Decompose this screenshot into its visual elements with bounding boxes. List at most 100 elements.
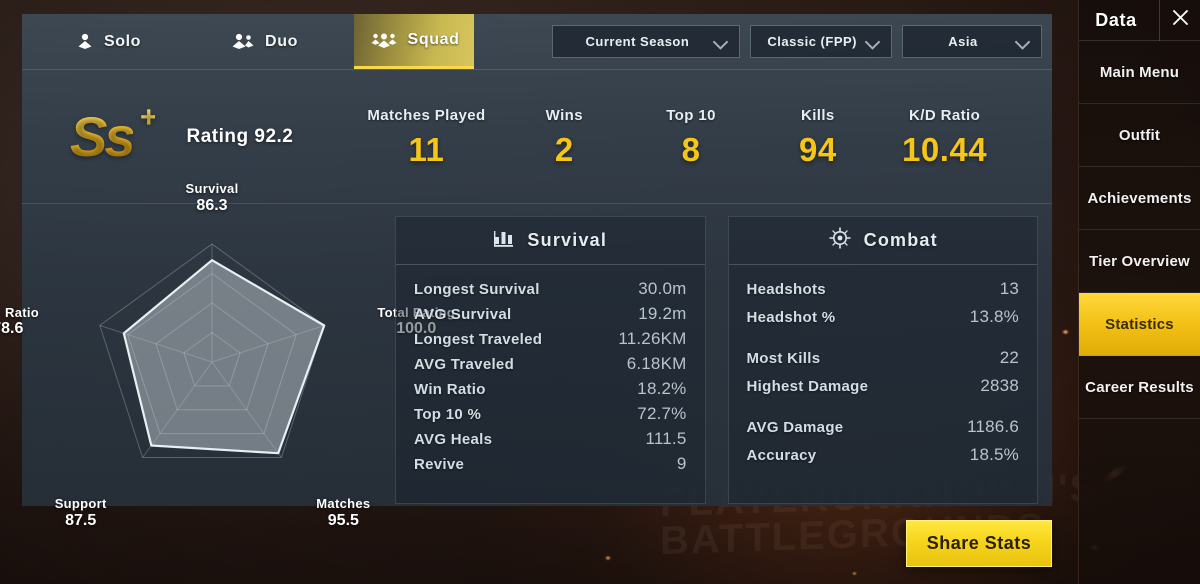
tier-badge-text: Ss [70,104,135,168]
stat-key: Most Kills [746,350,821,367]
stat-key: Accuracy [746,447,817,464]
tab-duo[interactable]: Duo [200,14,328,69]
sidebar-item-label: Statistics [1105,315,1174,333]
chevron-down-icon [1017,35,1030,48]
summary-stats: Matches Played 11 Wins 2 Top 10 8 Kills … [352,107,1052,166]
crosshair-icon [828,226,852,255]
stat-value: 111.5 [645,429,687,448]
sidebar-item-main-menu[interactable]: Main Menu [1079,41,1200,104]
stat-key: AVG Damage [746,419,844,436]
single-person-icon [75,33,95,50]
stat-row: Most Kills 22 [747,348,1020,376]
stat-key: Highest Damage [746,378,869,395]
stat-value: 19.2m [638,304,687,323]
tier-badge: Ss + [70,102,157,165]
group-person-icon [369,31,399,49]
filter-group: Current Season Classic (FPP) Asia [552,25,1042,58]
tier-badge-plus: + [139,100,157,134]
sidebar-item-label: Tier Overview [1089,252,1190,270]
sidebar-item-label: Career Results [1085,378,1194,396]
mode-tab-bar: Solo Duo Squad Current Season Classic (F… [22,14,1052,70]
region-filter-label: Asia [948,34,978,49]
stat-value: 13.8% [969,307,1019,326]
stat-key: AVG Heals [414,431,493,448]
summary-top10: Top 10 8 [643,107,739,166]
summary-value: 11 [408,131,445,168]
stat-row: Headshots 13 [747,279,1020,307]
survival-stats-card: Survival Longest Survival 30.0m AVG Surv… [395,216,706,504]
combat-card-title: Combat [863,230,938,250]
radar-chart: Survival 86.3 Total Rating 100.0 Matches… [0,181,455,529]
stat-row: Highest Damage 2838 [747,376,1020,404]
share-stats-button[interactable]: Share Stats [906,520,1052,567]
tier-block: Ss + Rating 92.2 [22,102,352,165]
stat-key: AVG Survival [414,306,512,323]
stat-value: 1186.6 [967,417,1019,436]
chevron-down-icon [715,35,728,48]
share-stats-label: Share Stats [926,533,1032,553]
stat-key: Top 10 % [414,406,482,423]
summary-value: 8 [681,131,701,168]
stat-row: Longest Survival 30.0m [414,279,687,304]
mode-filter-dropdown[interactable]: Classic (FPP) [750,25,892,58]
summary-label: Matches Played [367,107,486,124]
tab-solo-label: Solo [103,32,142,50]
stat-value: 72.7% [637,404,687,423]
right-sidebar: Data Main Menu Outfit Achievements Tier … [1078,0,1200,584]
sidebar-item-label: Main Menu [1099,63,1180,81]
survival-card-header: Survival [396,217,705,265]
summary-value: 94 [798,131,837,168]
stat-row: AVG Traveled 6.18KM [414,354,687,379]
mode-filter-label: Classic (FPP) [767,34,857,49]
summary-label: Top 10 [666,107,716,124]
season-filter-label: Current Season [585,34,690,49]
sidebar-item-statistics[interactable]: Statistics [1079,293,1200,356]
sidebar-item-tier-overview[interactable]: Tier Overview [1079,230,1200,293]
stat-key: Longest Traveled [414,331,543,348]
tab-solo[interactable]: Solo [44,14,172,69]
stat-value: 13 [999,279,1019,298]
stat-key: Win Ratio [414,381,486,398]
tab-duo-label: Duo [265,32,298,50]
stat-row: Top 10 % 72.7% [414,404,687,429]
sidebar-item-achievements[interactable]: Achievements [1079,167,1200,230]
region-filter-dropdown[interactable]: Asia [902,25,1042,58]
stat-key: AVG Traveled [414,356,515,373]
tab-squad[interactable]: Squad [354,14,474,69]
stat-value: 30.0m [638,279,687,298]
stat-row: AVG Survival 19.2m [414,304,687,329]
two-person-icon [230,33,256,50]
tier-rating-text: Rating 92.2 [186,125,294,147]
stat-row: AVG Heals 111.5 [414,429,687,454]
stat-row: Revive 9 [414,454,687,479]
combat-rows: Headshots 13 Headshot % 13.8% Most Kills… [729,265,1038,473]
summary-wins: Wins 2 [516,107,612,166]
season-filter-dropdown[interactable]: Current Season [552,25,741,58]
sidebar-item-career-results[interactable]: Career Results [1079,356,1200,419]
close-icon [1171,8,1190,32]
summary-value: 10.44 [902,131,988,168]
survival-rows: Longest Survival 30.0m AVG Survival 19.2… [396,265,705,479]
sidebar-item-outfit[interactable]: Outfit [1079,104,1200,167]
stat-key: Headshots [746,281,826,298]
summary-label: K/D Ratio [909,107,981,124]
stat-row: Headshot % 13.8% [747,307,1020,335]
summary-label: Wins [545,107,583,124]
stat-value: 2838 [980,376,1019,395]
chevron-down-icon [867,35,880,48]
sidebar-item-label: Outfit [1118,126,1161,144]
stat-row: AVG Damage 1186.6 [747,417,1020,445]
combat-card-header: Combat [728,217,1037,265]
stat-value: 18.2% [637,379,687,398]
panel-body: Survival 86.3 Total Rating 100.0 Matches… [0,181,1052,529]
stat-row: Accuracy 18.5% [747,445,1020,473]
stat-key: Headshot % [746,309,836,326]
survival-card-title: Survival [527,230,608,250]
stat-key: Revive [414,456,465,473]
close-button[interactable] [1159,0,1200,41]
summary-matches-played: Matches Played 11 [367,107,485,166]
sidebar-title: Data [1095,9,1137,30]
stat-row: Win Ratio 18.2% [414,379,687,404]
radar-chart-svg [99,243,326,458]
hero-summary-row: Ss + Rating 92.2 Matches Played 11 Wins … [22,70,1052,204]
